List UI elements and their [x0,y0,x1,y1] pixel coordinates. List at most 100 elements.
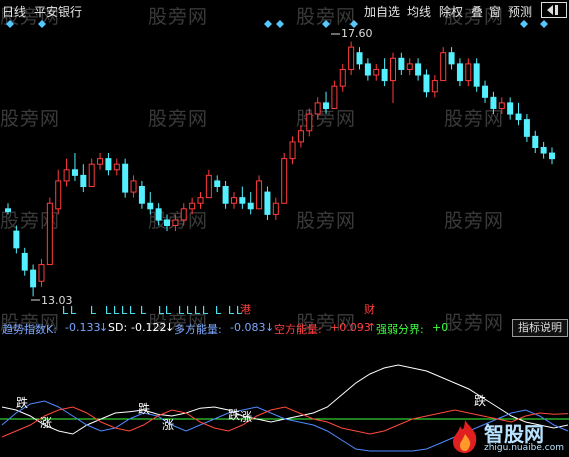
finance-marker: 财 [364,303,375,316]
candle-body [549,152,555,160]
candle-body [205,174,212,199]
buy-signal-marker: L [165,304,172,317]
buy-signal-marker: L [215,304,222,317]
candle-body [88,163,95,188]
candle-body [356,52,363,65]
candle-body [431,80,438,93]
candle-body [398,57,405,70]
diamond-marker-icon [276,20,284,28]
site-logo: 智股网 zhigu.nuaibe.com [448,418,568,456]
candle-body [130,180,137,193]
kline-chart-screen: 股旁网 股旁网 股旁网 股旁网 股旁网 股旁网 股旁网 股旁网 股旁网 股旁网 … [0,0,569,457]
buy-signal-marker: L [186,304,193,317]
candle-body [155,208,162,221]
candle-body [256,180,263,210]
candle-body [297,130,304,143]
strength-divide-value: +0 [432,321,449,334]
candle-body [331,85,338,109]
candle-body [490,96,497,109]
candle-body [247,202,254,210]
candle-body [189,202,196,210]
buy-signal-marker: L [194,304,201,317]
candle-body [281,158,288,204]
candle-body [80,174,87,188]
candle-body [532,135,539,148]
candle-body [473,63,480,87]
bear-energy-label: 空方能量: [274,323,322,336]
trend-index-label: 趋势指数K: [2,323,57,336]
diamond-marker-icon [264,20,272,28]
candle-body [197,197,204,204]
candle-body [523,119,530,137]
candle-body [138,186,145,204]
up-signal-label: 涨 [240,409,252,424]
up-signal-label: 涨 [40,415,52,430]
price-candlestick-chart: LLLLLLLLLLLLLLLLL [5,20,555,317]
up-signal-label: 涨 [162,417,174,432]
candle-body [482,85,489,98]
sd-arrow: ↓ [165,321,175,334]
diamond-marker-icon [322,20,330,28]
candle-body [448,52,455,65]
candle-body [63,169,70,182]
candle-body [113,163,120,171]
candle-body [71,169,78,176]
candle-body [289,141,296,160]
candle-body [105,158,112,171]
candle-body [507,102,514,115]
bull-energy-arrow: ↓ [265,321,275,334]
candle-body [30,269,37,288]
candle-body [222,186,229,204]
candle-body [423,74,430,93]
down-signal-label: 跌 [474,393,486,408]
candle-body [364,63,371,76]
candle-body [406,63,413,70]
buy-signal-marker: L [105,304,112,317]
buy-signal-marker: L [178,304,185,317]
down-signal-label: 跌 [138,401,150,416]
candle-body [13,230,20,249]
indicator-values-bar: 趋势指数K: -0.133 ↓ SD: -0.122 ↓ 多方能量: -0.08… [0,321,569,336]
candle-body [264,191,271,215]
buy-signal-marker: L [90,304,97,317]
bull-energy-value: -0.083 [230,321,266,334]
candle-body [465,63,472,82]
diamond-marker-icon [520,20,528,28]
candle-body [381,68,388,82]
down-signal-label: 跌 [16,395,28,410]
candle-body [456,63,463,82]
buy-signal-marker: L [158,304,165,317]
candle-body [122,163,129,193]
candle-body [180,208,187,221]
diamond-marker-icon [6,20,14,28]
candle-body [55,180,62,210]
buy-signal-marker: L [140,304,147,317]
high-price-label: 17.60 [341,27,373,40]
indicator-explain-button[interactable]: 指标说明 [512,319,568,337]
candle-body [314,102,321,115]
candle-body [540,146,547,154]
buy-signal-marker: L [228,304,235,317]
logo-url: zhigu.nuaibe.com [484,443,564,453]
candle-body [339,68,346,87]
bear-energy-arrow: ↑ [367,321,377,334]
strength-divide-label: 强弱分界: [376,323,424,336]
candle-body [348,46,355,70]
bear-energy-value: +0.093 [330,321,371,334]
sd-value: -0.122 [131,321,167,334]
sd-label: SD: [108,321,128,334]
buy-signal-marker: L [113,304,120,317]
bull-energy-label: 多方能量: [174,323,222,336]
diamond-marker-icon [540,20,548,28]
buy-signal-marker: L [129,304,136,317]
candle-body [164,219,171,227]
candle-body [230,197,237,204]
candle-body [5,208,11,213]
buy-signal-marker: L [121,304,128,317]
candle-body [21,252,28,271]
diamond-marker-icon [38,20,46,28]
candle-body [373,68,380,76]
trend-index-value: -0.133 [65,321,101,334]
candle-body [272,202,279,215]
candle-body [172,219,179,227]
